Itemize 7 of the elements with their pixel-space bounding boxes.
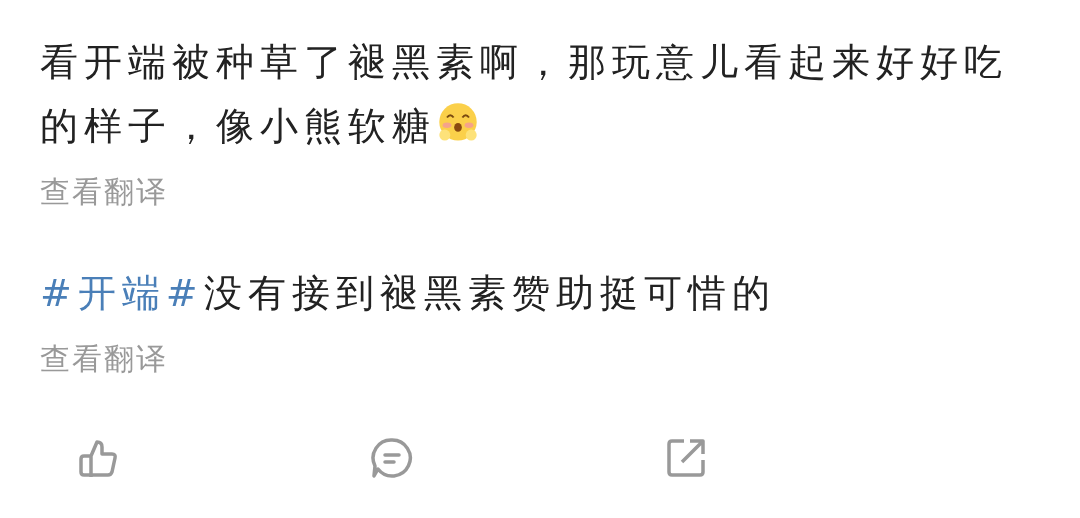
post-text: 看开端被种草了褪黑素啊，那玩意儿看起来好好吃的样子，像小熊软糖 <box>40 39 1009 150</box>
hashtag-link[interactable]: #开端# <box>40 271 204 315</box>
translate-link[interactable]: 查看翻译 <box>40 172 168 213</box>
post-text: #开端#没有接到褪黑素赞助挺可惜的 <box>40 270 777 317</box>
translate-link[interactable]: 查看翻译 <box>40 339 168 380</box>
share-button[interactable] <box>664 436 708 480</box>
comment-button[interactable] <box>370 436 414 480</box>
